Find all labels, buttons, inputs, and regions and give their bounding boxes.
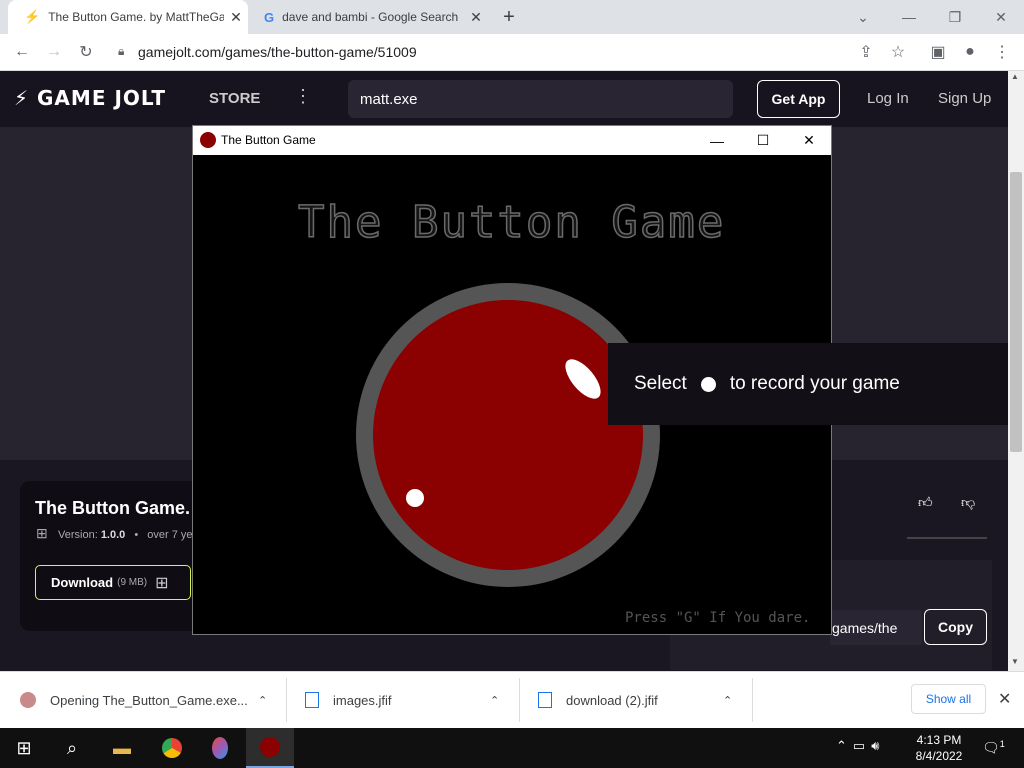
close-tab-icon[interactable]: ✕ [464,9,488,26]
windows-platform-icon: ⊞ [36,525,48,541]
share-url-field[interactable]: games/the [830,610,922,645]
button-game-taskbar-icon[interactable] [246,728,294,768]
game-close-icon[interactable]: ✕ [786,126,832,155]
chevron-up-icon[interactable]: ⌃ [490,694,499,707]
divider [752,678,753,722]
address-bar[interactable]: 🔒︎ gamejolt.com/games/the-button-game/51… [108,38,924,66]
share-icon[interactable]: ⇪ [854,40,878,64]
forward-icon[interactable]: → [42,40,66,64]
reload-icon[interactable]: ↻ [74,40,98,64]
chevron-up-icon[interactable]: ⌃ [258,694,267,707]
version-info: Version: 1.0.0 • over 7 ye [58,529,193,541]
site-search-input[interactable]: matt.exe [348,80,733,118]
tab-button-game[interactable]: ⚡ The Button Game. by MattTheGa ✕ [8,0,248,34]
nav-store[interactable]: STORE [209,90,260,107]
record-prompt: Select to record your game [608,343,1008,425]
windows-icon: ⊞ [155,574,169,592]
chevron-up-icon[interactable]: ⌃ [836,738,853,753]
notification-center-icon[interactable]: 🗨︎1 [982,739,1005,757]
google-favicon-icon: G [264,9,275,25]
game-maximize-icon[interactable]: ☐ [740,126,786,155]
paint-3d-icon[interactable] [196,728,244,768]
sign-up-link[interactable]: Sign Up [938,90,991,107]
network-icon[interactable]: ▭ [853,738,871,753]
tab-title: dave and bambi - Google Search [282,10,459,24]
tab-title: The Button Game. by MattTheGa [48,10,224,24]
tab-google-search[interactable]: G dave and bambi - Google Search ✕ [248,0,488,34]
exe-file-icon [20,692,36,708]
file-explorer-icon[interactable]: ▬ [98,728,146,768]
image-file-icon [305,692,319,708]
lock-icon: 🔒︎ [118,44,125,58]
system-tray[interactable]: ⌃▭🔊︎ [836,738,885,754]
close-tab-icon[interactable]: ✕ [224,9,248,26]
url-text: gamejolt.com/games/the-button-game/51009 [138,44,417,60]
button-shine-dot [406,489,424,507]
record-dot-icon [700,376,716,392]
thumbs-down-icon[interactable]: 👎︎ [961,494,975,511]
game-app-icon [200,132,216,148]
chevron-up-icon[interactable]: ⌃ [723,694,732,707]
search-icon[interactable]: ⌕ [48,728,96,768]
side-panel-icon[interactable]: ▣ [926,40,950,64]
scroll-down-icon[interactable]: ▼ [1011,657,1019,666]
more-menu-icon[interactable]: ⋮ [294,86,312,107]
tab-search-icon[interactable]: ⌄ [840,0,886,34]
game-window-title: The Button Game [221,133,316,147]
download-item[interactable]: Opening The_Button_Game.exe... ⌃ [20,681,280,719]
close-window-icon[interactable]: ✕ [978,0,1024,34]
menu-kebab-icon[interactable]: ⋮ [990,40,1014,64]
scroll-up-icon[interactable]: ▲ [1011,72,1019,81]
game-heading: The Button Game [297,196,726,249]
download-button[interactable]: Download (9 MB) ⊞ [35,565,191,600]
volume-icon[interactable]: 🔊︎ [871,738,885,753]
thumbs-up-icon[interactable]: 👍︎ [918,494,933,511]
new-tab-button[interactable]: + [498,6,520,28]
game-hint: Press "G" If You dare. [625,610,811,626]
divider [907,537,987,539]
download-item[interactable]: images.jfif ⌃ [305,681,515,719]
scrollbar-thumb[interactable] [1010,172,1022,452]
gamejolt-logo[interactable]: ⚡ GAME JOLT [14,86,166,110]
copy-button[interactable]: Copy [924,609,987,645]
windows-start-icon[interactable]: ⊞ [0,728,48,768]
restore-icon[interactable]: ❐ [932,0,978,34]
minimize-icon[interactable]: — [886,0,932,34]
divider [286,678,287,722]
game-title: The Button Game. [35,498,191,518]
big-red-button[interactable] [355,282,665,592]
image-file-icon [538,692,552,708]
button-face [373,300,643,570]
gamejolt-favicon-icon: ⚡ [24,9,41,24]
log-in-link[interactable]: Log In [867,90,909,107]
bolt-icon: ⚡ [14,86,30,110]
game-minimize-icon[interactable]: — [694,126,740,155]
chrome-icon[interactable] [148,728,196,768]
profile-avatar-icon[interactable]: ● [958,40,982,64]
get-app-button[interactable]: Get App [757,80,840,118]
download-item[interactable]: download (2).jfif ⌃ [538,681,748,719]
back-icon[interactable]: ← [10,40,34,64]
clock[interactable]: 4:13 PM 8/4/2022 [906,732,972,764]
bookmark-star-icon[interactable]: ☆ [886,40,910,64]
close-shelf-icon[interactable]: ✕ [998,689,1011,709]
show-all-button[interactable]: Show all [911,684,986,714]
divider [519,678,520,722]
